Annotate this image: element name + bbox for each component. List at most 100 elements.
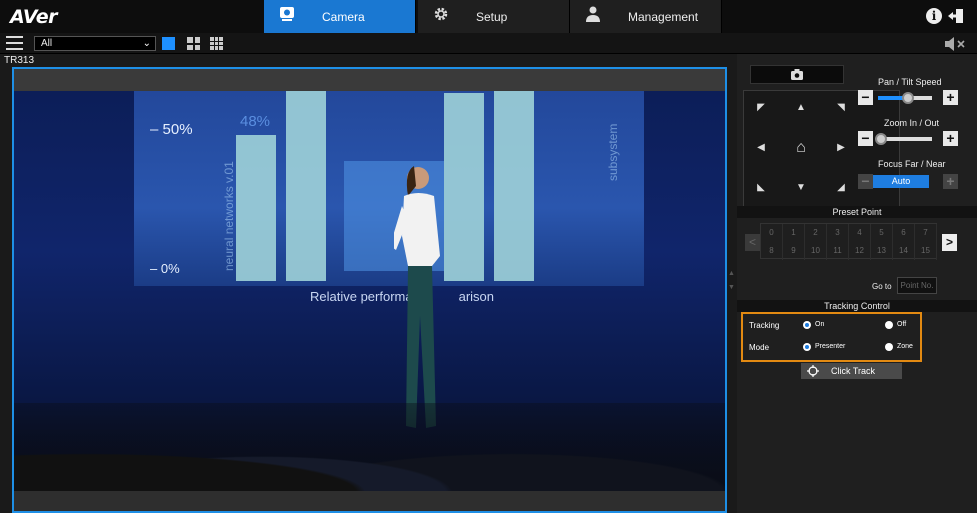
- preset-point-button[interactable]: 12: [849, 242, 871, 260]
- user-icon: [586, 6, 600, 22]
- crosshair-icon: [807, 365, 819, 377]
- pan-left-button[interactable]: ◀: [748, 135, 774, 161]
- click-track-label: Click Track: [831, 366, 876, 376]
- preset-point-button[interactable]: 3: [827, 224, 849, 242]
- tracking-on-label: On: [815, 321, 825, 328]
- pan-tilt-speed-label: Pan / Tilt Speed: [878, 77, 942, 87]
- video-frame: – 50% 48% – 0% neural networks v.01 subs…: [14, 91, 725, 493]
- pan-right-button[interactable]: ▶: [828, 135, 854, 161]
- info-icon[interactable]: i: [926, 8, 942, 24]
- ptz-direction-pad: ◤ ▲ ◥ ◀ ⌂ ▶ ◣ ▼ ◢: [743, 90, 900, 214]
- tab-management[interactable]: Management: [570, 0, 722, 33]
- pan-tilt-speed-slider[interactable]: [878, 92, 932, 104]
- view-toolbar: All ⌄: [0, 33, 977, 54]
- screen-bar: [494, 91, 534, 281]
- screen-pct-50: – 50%: [150, 121, 193, 138]
- mute-icon[interactable]: [944, 37, 966, 51]
- preset-point-button[interactable]: 13: [871, 242, 893, 260]
- preset-point-button[interactable]: 8: [761, 242, 783, 260]
- tilt-down-button[interactable]: ▼: [788, 175, 814, 201]
- brand-logo: AVer: [10, 6, 58, 28]
- preset-point-grid: 0 1 2 3 4 5 6 7 8 9 10 11 12 13 14 15: [760, 223, 937, 260]
- preset-point-button[interactable]: 2: [805, 224, 827, 242]
- mode-label: Mode: [749, 343, 770, 352]
- preset-next-button[interactable]: >: [942, 234, 957, 251]
- tab-setup-label: Setup: [476, 10, 508, 24]
- home-icon[interactable]: ⌂: [788, 135, 814, 161]
- preset-point-button[interactable]: 9: [783, 242, 805, 260]
- pan-down-right-button[interactable]: ◢: [828, 175, 854, 201]
- goto-point-input[interactable]: Point No.: [897, 277, 937, 294]
- mode-zone-radio[interactable]: [885, 343, 893, 351]
- screen-bar: [236, 135, 276, 281]
- camera-video-view[interactable]: – 50% 48% – 0% neural networks v.01 subs…: [12, 67, 727, 513]
- tab-camera-label: Camera: [322, 10, 365, 24]
- video-top-band: [14, 69, 725, 91]
- focus-near-button[interactable]: +: [943, 174, 958, 189]
- focus-far-button[interactable]: −: [858, 174, 873, 189]
- audience-silhouette: [14, 403, 725, 493]
- hamburger-menu-icon[interactable]: [6, 36, 23, 50]
- tracking-off-radio[interactable]: [885, 321, 893, 329]
- single-view-icon[interactable]: [162, 37, 175, 50]
- click-track-button[interactable]: Click Track: [801, 363, 902, 379]
- preset-point-button[interactable]: 14: [893, 242, 915, 260]
- tab-setup[interactable]: Setup: [418, 0, 570, 33]
- screen-pct-0: – 0%: [150, 261, 180, 276]
- screen-pct-48: 48%: [240, 113, 271, 130]
- tracking-control-title: Tracking Control: [737, 300, 977, 312]
- camera-name: TR313: [4, 55, 35, 66]
- chevron-down-icon: ⌄: [142, 38, 151, 49]
- zoom-slider[interactable]: [875, 133, 932, 145]
- tab-management-label: Management: [628, 10, 699, 24]
- preset-point-button[interactable]: 6: [893, 224, 915, 242]
- logout-icon[interactable]: [947, 7, 965, 25]
- pan-tilt-decrease-button[interactable]: −: [858, 90, 873, 105]
- pan-up-right-button[interactable]: ◥: [828, 95, 854, 121]
- preset-point-button[interactable]: 11: [827, 242, 849, 260]
- tracking-on-radio[interactable]: [803, 321, 811, 329]
- mode-zone-label: Zone: [897, 343, 913, 350]
- gear-icon: [434, 7, 448, 21]
- preset-point-button[interactable]: 4: [849, 224, 871, 242]
- nine-view-icon[interactable]: [210, 37, 223, 50]
- screen-vertical-text-right: subsystem: [606, 123, 620, 181]
- pan-down-left-button[interactable]: ◣: [748, 175, 774, 201]
- snapshot-camera-icon: [791, 69, 803, 80]
- snapshot-button[interactable]: [750, 65, 844, 84]
- tracking-off-label: Off: [897, 321, 907, 328]
- mode-presenter-label: Presenter: [815, 343, 846, 350]
- focus-auto-button[interactable]: Auto: [873, 175, 929, 188]
- preset-prev-button[interactable]: <: [745, 234, 760, 251]
- screen-bar: [286, 91, 326, 281]
- tracking-settings-box: Tracking On Off Mode Presenter Zone: [741, 312, 922, 362]
- preset-point-button[interactable]: 5: [871, 224, 893, 242]
- camera-group-select[interactable]: All ⌄: [34, 36, 156, 51]
- preset-point-button[interactable]: 15: [915, 242, 937, 260]
- quad-view-icon[interactable]: [187, 37, 200, 50]
- preset-point-button[interactable]: 7: [915, 224, 937, 242]
- tab-camera[interactable]: Camera: [264, 0, 416, 33]
- zoom-in-button[interactable]: +: [943, 131, 958, 146]
- pan-tilt-speed-knob[interactable]: [902, 92, 914, 104]
- pan-up-left-button[interactable]: ◤: [748, 95, 774, 121]
- video-bottom-band: [14, 491, 725, 511]
- tracking-label: Tracking: [749, 321, 780, 330]
- goto-label: Go to: [872, 282, 892, 291]
- camera-icon: [280, 7, 294, 21]
- presenter-figure: [394, 166, 440, 428]
- preset-point-button[interactable]: 10: [805, 242, 827, 260]
- zoom-label: Zoom In / Out: [884, 118, 940, 128]
- top-bar: AVer Camera Setup Management i: [0, 0, 977, 33]
- mode-presenter-radio[interactable]: [803, 343, 811, 351]
- zoom-out-button[interactable]: −: [858, 131, 873, 146]
- preset-point-button[interactable]: 0: [761, 224, 783, 242]
- tilt-up-button[interactable]: ▲: [788, 95, 814, 121]
- zoom-knob[interactable]: [875, 133, 887, 145]
- panel-collapse-handle[interactable]: ▲ ▼: [728, 270, 736, 300]
- preset-point-title: Preset Point: [737, 206, 977, 218]
- screen-vertical-text: neural networks v.01: [222, 161, 236, 271]
- focus-label: Focus Far / Near: [878, 159, 946, 169]
- pan-tilt-increase-button[interactable]: +: [943, 90, 958, 105]
- preset-point-button[interactable]: 1: [783, 224, 805, 242]
